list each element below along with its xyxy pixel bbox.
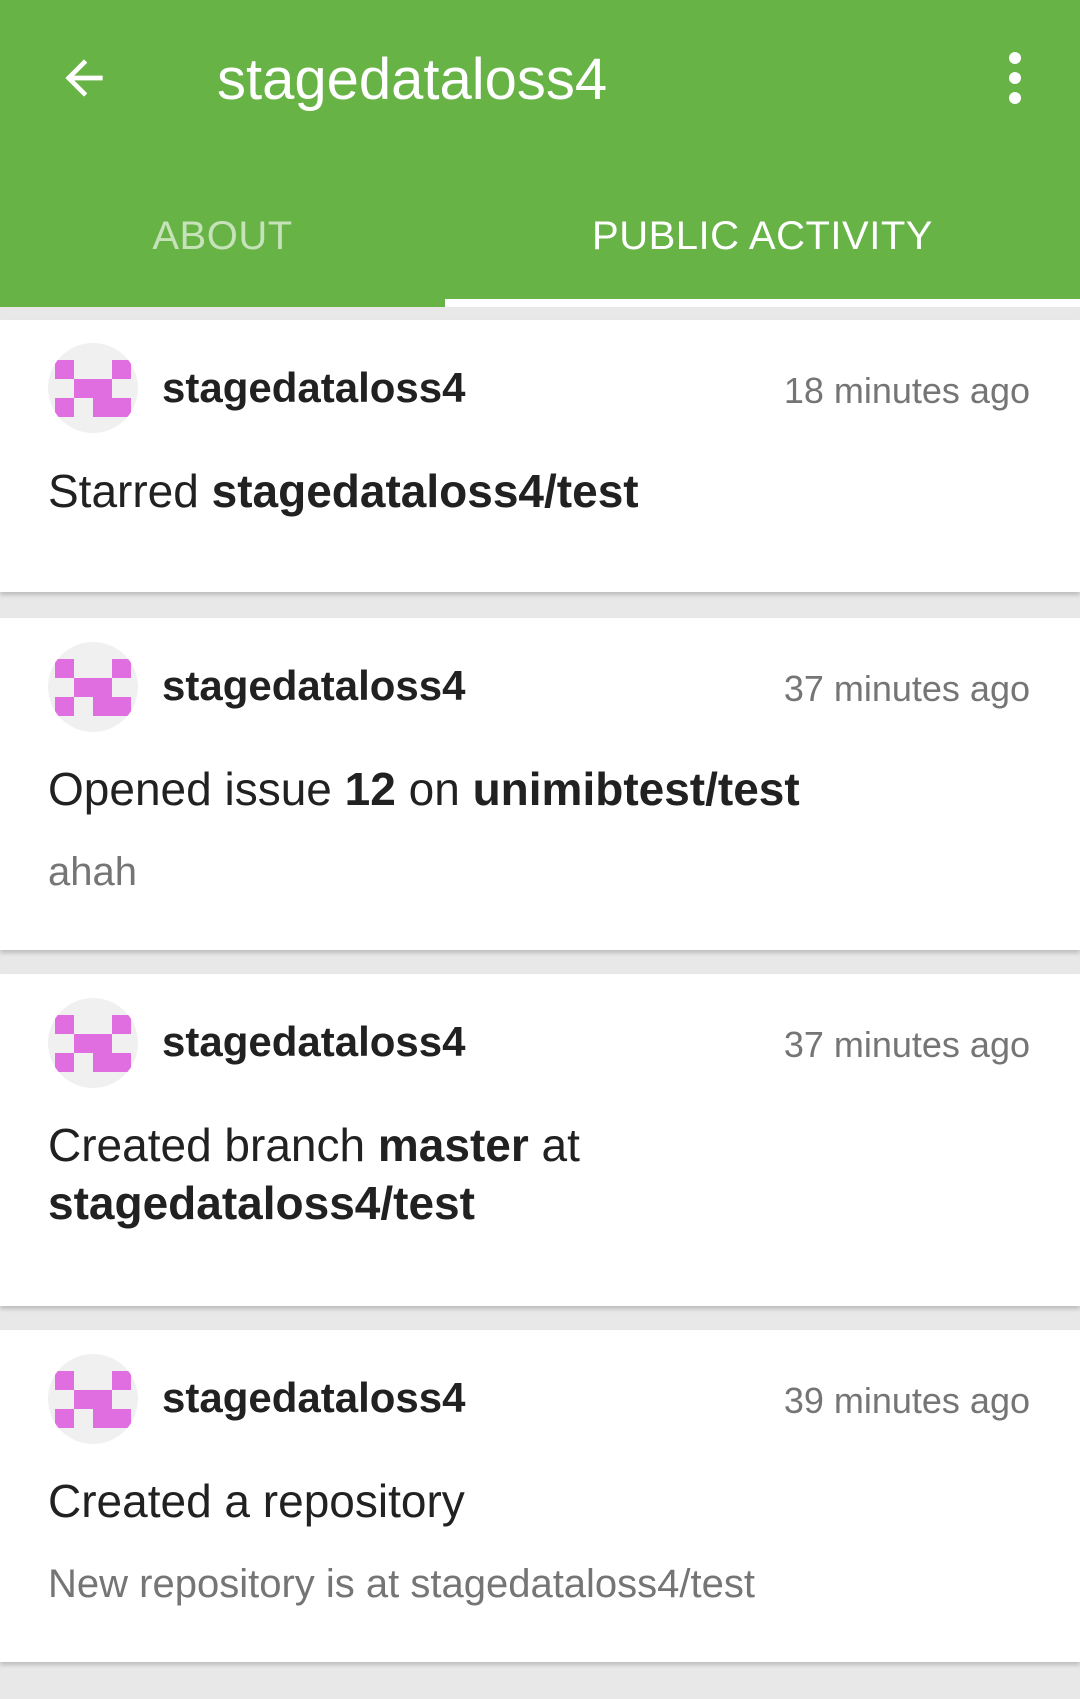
event-text-part: on	[395, 763, 473, 815]
repo-link[interactable]: unimibtest/test	[473, 763, 800, 815]
event-time: 39 minutes ago	[783, 1380, 1030, 1421]
back-button[interactable]	[48, 40, 120, 120]
event-text-part: Created a repository	[48, 1475, 465, 1527]
event-text: Starred stagedataloss4/test	[48, 462, 1008, 520]
event-time: 18 minutes ago	[783, 370, 1030, 411]
app-bar: stagedataloss4 ABOUT PUBLIC ACTIVITY	[0, 0, 1080, 307]
activity-card[interactable]: stagedataloss4 18 minutes ago Starred st…	[0, 320, 1080, 592]
event-username[interactable]: stagedataloss4	[162, 662, 465, 710]
event-username[interactable]: stagedataloss4	[162, 1374, 465, 1422]
event-time: 37 minutes ago	[783, 668, 1030, 709]
event-text-part: at	[528, 1119, 580, 1171]
tab-public-activity[interactable]: PUBLIC ACTIVITY	[445, 186, 1080, 286]
event-username[interactable]: stagedataloss4	[162, 364, 465, 412]
avatar[interactable]	[48, 642, 138, 732]
activity-card[interactable]: stagedataloss4 37 minutes ago Created br…	[0, 974, 1080, 1306]
event-text: Created branch master at stagedataloss4/…	[48, 1116, 968, 1232]
repo-link[interactable]: stagedataloss4/test	[212, 465, 639, 517]
event-username[interactable]: stagedataloss4	[162, 1018, 465, 1066]
avatar[interactable]	[48, 998, 138, 1088]
activity-card[interactable]: stagedataloss4 39 minutes ago Created a …	[0, 1330, 1080, 1662]
overflow-menu-button[interactable]	[985, 40, 1045, 120]
event-time: 37 minutes ago	[783, 1024, 1030, 1065]
tab-selected-indicator	[445, 299, 1080, 307]
identicon-icon	[55, 659, 131, 716]
identicon-icon	[55, 1371, 131, 1428]
identicon-icon	[55, 360, 131, 417]
page-title: stagedataloss4	[217, 47, 608, 112]
more-vert-icon	[1007, 51, 1023, 109]
activity-card[interactable]: stagedataloss4 37 minutes ago Opened iss…	[0, 618, 1080, 950]
repo-link[interactable]: stagedataloss4/test	[48, 1177, 475, 1229]
event-description: New repository is at stagedataloss4/test	[48, 1562, 756, 1606]
avatar[interactable]	[48, 343, 138, 433]
event-text-part: Opened issue	[48, 763, 345, 815]
arrow-back-icon	[56, 50, 112, 111]
branch-link[interactable]: master	[378, 1119, 529, 1171]
event-text: Opened issue 12 on unimibtest/test	[48, 760, 1008, 818]
event-text-part: Created branch	[48, 1119, 378, 1171]
event-description: ahah	[48, 850, 137, 894]
issue-number-link[interactable]: 12	[345, 763, 396, 815]
event-text-part: Starred	[48, 465, 212, 517]
event-text: Created a repository	[48, 1472, 1008, 1530]
tab-about[interactable]: ABOUT	[0, 186, 445, 286]
identicon-icon	[55, 1015, 131, 1072]
avatar[interactable]	[48, 1354, 138, 1444]
